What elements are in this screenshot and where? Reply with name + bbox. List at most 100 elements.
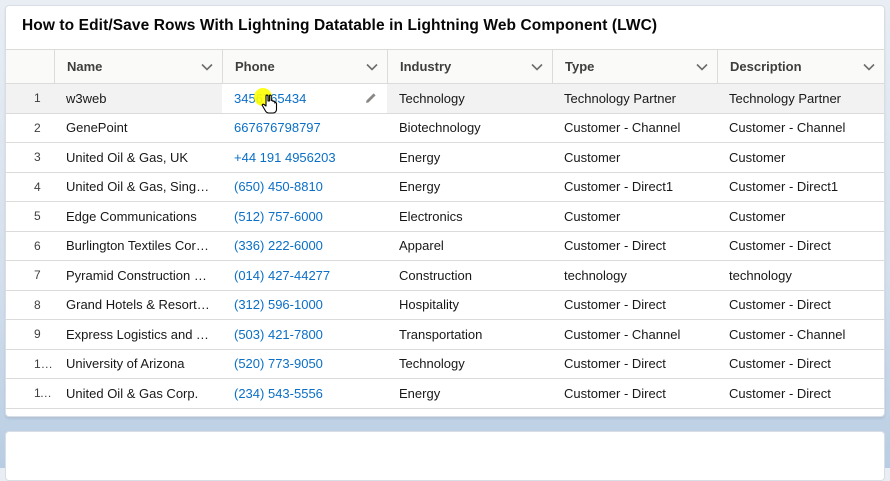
type-cell[interactable]: Customer <box>552 142 717 173</box>
name-cell[interactable]: Pyramid Construction Inc. <box>54 260 222 291</box>
type-cell[interactable]: technology <box>552 260 717 291</box>
phone-cell[interactable]: +44 191 4956203 <box>222 142 387 173</box>
type-cell[interactable]: Customer <box>552 201 717 232</box>
type-cell[interactable]: Customer - Direct <box>552 290 717 320</box>
description-cell[interactable]: Customer - Direct <box>717 378 884 409</box>
description-cell[interactable]: Customer - Direct <box>717 349 884 379</box>
table-row[interactable]: 8 Grand Hotels & Resorts Ltd (312) 596-1… <box>6 290 884 320</box>
name-cell[interactable]: GenePoint <box>54 113 222 143</box>
name-cell[interactable]: Grand Hotels & Resorts Ltd <box>54 290 222 320</box>
chevron-down-icon[interactable] <box>695 60 709 74</box>
industry-cell[interactable]: Energy <box>387 142 552 173</box>
phone-cell[interactable]: (312) 596-1000 <box>222 290 387 320</box>
name-cell[interactable]: Express Logistics and Transport <box>54 319 222 350</box>
table-row[interactable]: 6 Burlington Textiles Corp of America (3… <box>6 231 884 261</box>
column-header-industry[interactable]: Industry <box>387 49 552 84</box>
type-cell[interactable]: Customer - Direct <box>552 349 717 379</box>
table-row[interactable]: 4 United Oil & Gas, Singapore (650) 450-… <box>6 172 884 202</box>
industry-cell[interactable]: Energy <box>387 378 552 409</box>
phone-cell[interactable]: (512) 757-6000 <box>222 201 387 232</box>
description-cell[interactable]: Customer <box>717 201 884 232</box>
industry-cell[interactable]: Hospitality <box>387 290 552 320</box>
phone-cell[interactable]: 3456765434 <box>222 83 387 114</box>
phone-link[interactable]: (234) 543-5556 <box>234 386 323 401</box>
industry-cell[interactable]: Transportation <box>387 319 552 350</box>
description-cell[interactable]: technology <box>717 260 884 291</box>
phone-link[interactable]: (512) 757-6000 <box>234 209 323 224</box>
table-row[interactable]: 1 w3web 3456765434 Technology Technology… <box>6 83 884 114</box>
phone-link[interactable]: (014) 427-44277 <box>234 268 330 283</box>
column-header-label: Phone <box>235 59 275 74</box>
type-cell[interactable]: Customer - Channel <box>552 319 717 350</box>
column-header-description[interactable]: Description <box>717 49 884 84</box>
phone-link[interactable]: (336) 222-6000 <box>234 238 323 253</box>
type-cell[interactable]: Customer - Direct <box>552 231 717 261</box>
industry-cell[interactable]: Energy <box>387 172 552 202</box>
phone-link[interactable]: (503) 421-7800 <box>234 327 323 342</box>
row-number: 8 <box>6 290 54 320</box>
description-cell[interactable]: Customer - Direct <box>717 231 884 261</box>
phone-link[interactable]: (650) 450-8810 <box>234 179 323 194</box>
type-cell[interactable]: Customer - Direct1 <box>552 172 717 202</box>
table-row[interactable]: 2 GenePoint 667676798797 Biotechnology C… <box>6 113 884 143</box>
row-number: 11 <box>6 378 54 409</box>
phone-cell[interactable]: (650) 450-8810 <box>222 172 387 202</box>
phone-link[interactable]: 667676798797 <box>234 120 321 135</box>
name-cell[interactable]: w3web <box>54 83 222 114</box>
column-header-name[interactable]: Name <box>54 49 222 84</box>
description-cell[interactable]: Customer - Channel <box>717 113 884 143</box>
table-row[interactable]: 3 United Oil & Gas, UK +44 191 4956203 E… <box>6 142 884 173</box>
phone-cell[interactable]: (234) 543-5556 <box>222 378 387 409</box>
phone-cell[interactable]: (014) 427-44277 <box>222 260 387 291</box>
chevron-down-icon[interactable] <box>200 60 214 74</box>
phone-link[interactable]: (520) 773-9050 <box>234 356 323 371</box>
phone-link[interactable]: (312) 596-1000 <box>234 297 323 312</box>
name-cell[interactable]: Burlington Textiles Corp of America <box>54 231 222 261</box>
name-cell[interactable]: United Oil & Gas, Singapore <box>54 172 222 202</box>
row-number-header <box>6 49 54 84</box>
row-number: 9 <box>6 319 54 350</box>
industry-cell[interactable]: Biotechnology <box>387 113 552 143</box>
industry-cell[interactable]: Electronics <box>387 201 552 232</box>
table-row[interactable]: 5 Edge Communications (512) 757-6000 Ele… <box>6 201 884 232</box>
table-row[interactable]: 7 Pyramid Construction Inc. (014) 427-44… <box>6 260 884 291</box>
phone-cell[interactable]: (503) 421-7800 <box>222 319 387 350</box>
type-cell[interactable]: Technology Partner <box>552 83 717 114</box>
column-header-type[interactable]: Type <box>552 49 717 84</box>
description-cell[interactable]: Customer <box>717 142 884 173</box>
type-cell[interactable]: Customer - Direct <box>552 378 717 409</box>
column-header-phone[interactable]: Phone <box>222 49 387 84</box>
description-cell[interactable]: Technology Partner <box>717 83 884 114</box>
chevron-down-icon[interactable] <box>862 60 876 74</box>
phone-link[interactable]: 3456765434 <box>234 91 306 106</box>
name-cell[interactable]: University of Arizona <box>54 349 222 379</box>
phone-cell[interactable]: (520) 773-9050 <box>222 349 387 379</box>
description-cell[interactable]: Customer - Direct1 <box>717 172 884 202</box>
card-title: How to Edit/Save Rows With Lightning Dat… <box>22 17 658 34</box>
table-row[interactable]: 10 University of Arizona (520) 773-9050 … <box>6 349 884 379</box>
phone-link[interactable]: +44 191 4956203 <box>234 150 336 165</box>
row-number: 2 <box>6 113 54 143</box>
phone-cell[interactable]: 667676798797 <box>222 113 387 143</box>
chevron-down-icon[interactable] <box>365 60 379 74</box>
column-header-label: Type <box>565 59 595 74</box>
industry-cell[interactable]: Apparel <box>387 231 552 261</box>
name-cell[interactable]: United Oil & Gas Corp. <box>54 378 222 409</box>
table-row[interactable]: 9 Express Logistics and Transport (503) … <box>6 319 884 350</box>
datatable: Name Phone Industry Type Description 1 w… <box>6 49 884 409</box>
secondary-card <box>5 431 885 481</box>
chevron-down-icon[interactable] <box>530 60 544 74</box>
row-number: 5 <box>6 201 54 232</box>
column-header-label: Industry <box>400 59 452 74</box>
table-row[interactable]: 11 United Oil & Gas Corp. (234) 543-5556… <box>6 378 884 409</box>
description-cell[interactable]: Customer - Channel <box>717 319 884 350</box>
type-cell[interactable]: Customer - Channel <box>552 113 717 143</box>
phone-cell[interactable]: (336) 222-6000 <box>222 231 387 261</box>
name-cell[interactable]: Edge Communications <box>54 201 222 232</box>
pencil-icon[interactable] <box>365 92 377 104</box>
industry-cell[interactable]: Technology <box>387 83 552 114</box>
description-cell[interactable]: Customer - Direct <box>717 290 884 320</box>
industry-cell[interactable]: Construction <box>387 260 552 291</box>
industry-cell[interactable]: Technology <box>387 349 552 379</box>
name-cell[interactable]: United Oil & Gas, UK <box>54 142 222 173</box>
